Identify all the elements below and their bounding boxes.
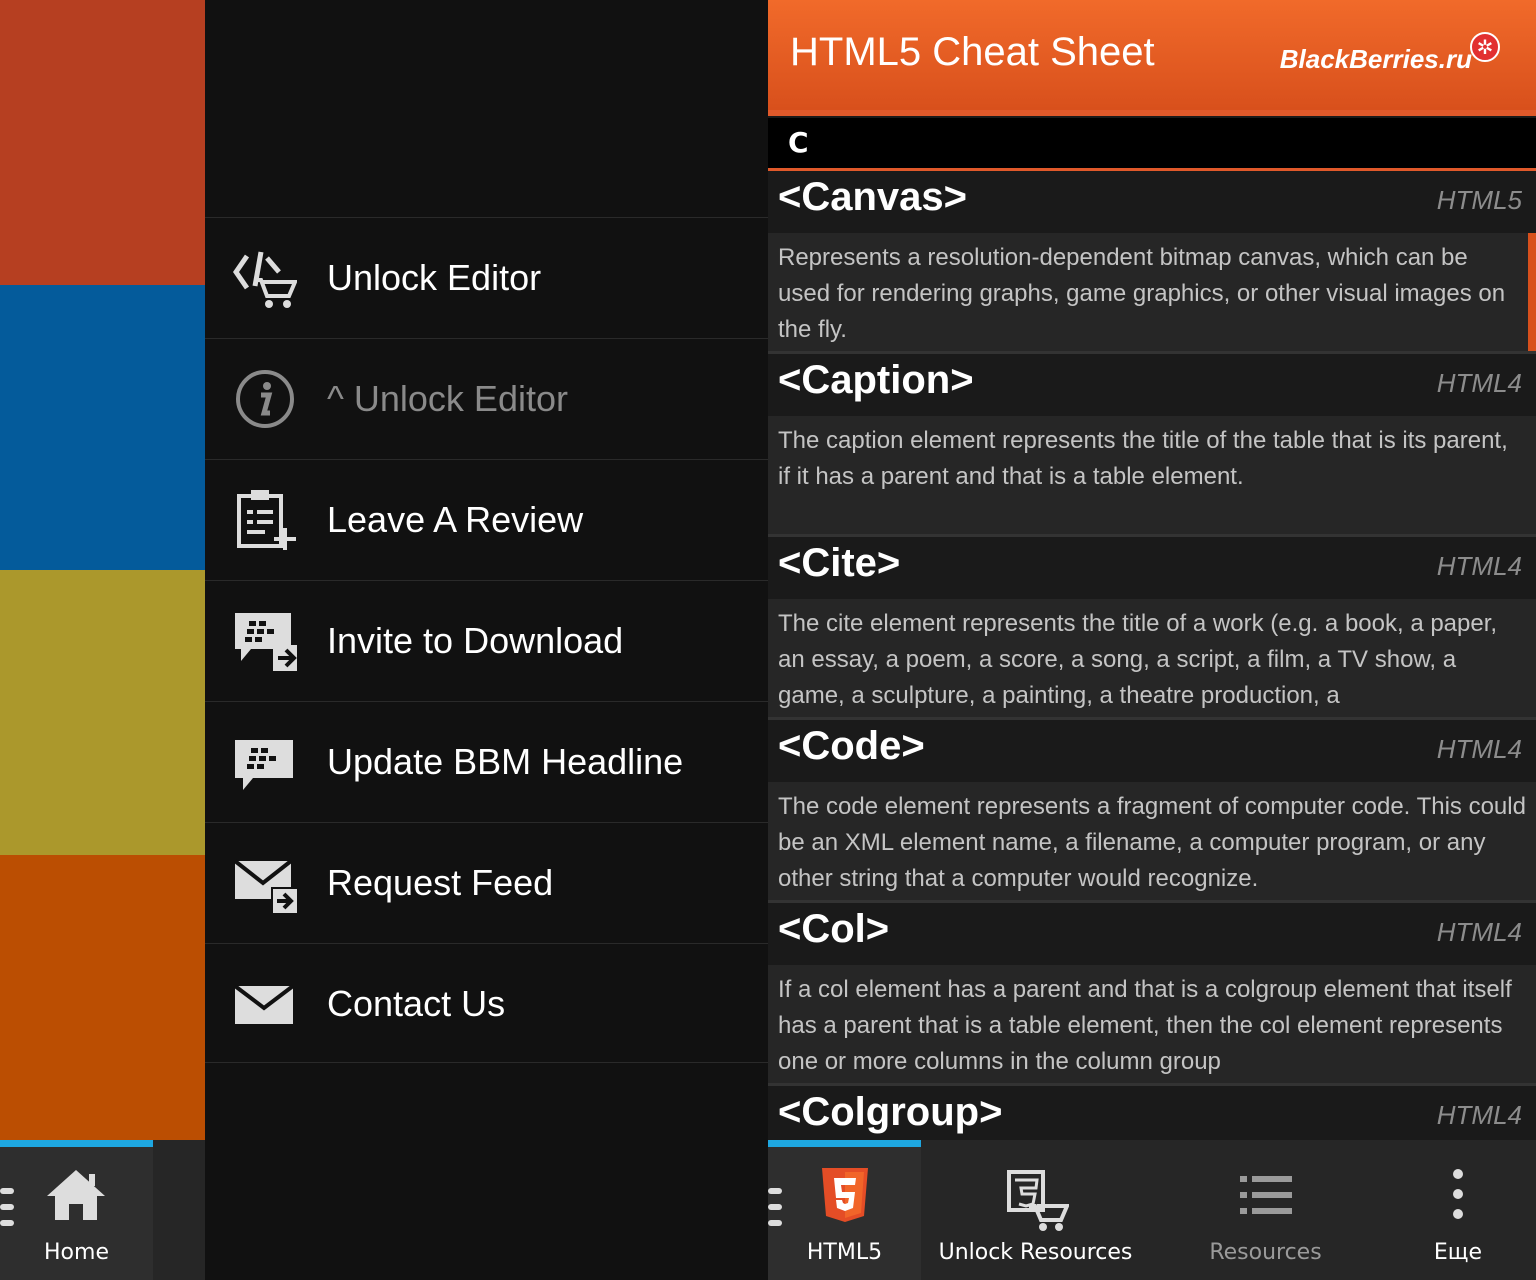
element-description: The code element represents a fragment o… bbox=[778, 793, 1526, 892]
list-item[interactable]: <Canvas> HTML5 Represents a resolution-de… bbox=[768, 171, 1536, 354]
right-action-bar: HTML5 Unlock Resources Resources Еще bbox=[768, 1140, 1536, 1280]
html-version: HTML5 bbox=[1436, 185, 1522, 215]
tile-red bbox=[0, 0, 205, 285]
home-label: Home bbox=[44, 1240, 109, 1265]
element-description: Represents a resolution-dependent bitmap… bbox=[778, 244, 1506, 343]
clipboard-add-icon bbox=[237, 490, 296, 550]
element-tag: <Caption> bbox=[778, 358, 974, 402]
overflow-menu-icon[interactable] bbox=[768, 1188, 782, 1230]
home-tab[interactable]: Home bbox=[0, 1140, 153, 1280]
html-version: HTML4 bbox=[1436, 551, 1522, 581]
menu-item-invite-download[interactable]: Invite to Download bbox=[205, 580, 768, 701]
html-version: HTML4 bbox=[1436, 917, 1522, 947]
menu-item-label: Unlock Editor bbox=[327, 257, 542, 298]
section-letter: C bbox=[788, 126, 809, 159]
menu-item-unlock-editor-info[interactable]: ^ Unlock Editor bbox=[205, 338, 768, 459]
section-header: C bbox=[768, 118, 1536, 171]
element-description: The caption element represents the title… bbox=[778, 427, 1508, 490]
menu-item-label: Invite to Download bbox=[327, 620, 624, 661]
tab-label: HTML5 bbox=[806, 1240, 883, 1265]
title-divider bbox=[768, 110, 1536, 116]
code-cart-icon bbox=[1006, 1170, 1069, 1231]
html5-icon bbox=[821, 1168, 868, 1222]
tab-label: Еще bbox=[1433, 1240, 1483, 1265]
menu-item-contact-us[interactable]: Contact Us bbox=[205, 943, 768, 1064]
menu-item-request-feed[interactable]: Request Feed bbox=[205, 822, 768, 943]
cheat-sheet-content: HTML5 Cheat Sheet BlackBerries.ru ✲ C <C… bbox=[768, 0, 1536, 1280]
mail-forward-icon bbox=[233, 859, 297, 915]
tile-orange bbox=[0, 855, 205, 1140]
brand-watermark: BlackBerries.ru bbox=[1279, 44, 1472, 74]
element-tag: <Col> bbox=[778, 907, 890, 951]
star-icon: ✲ bbox=[1470, 32, 1500, 62]
tile-olive bbox=[0, 570, 205, 855]
title-bar: HTML5 Cheat Sheet BlackBerries.ru ✲ bbox=[768, 0, 1536, 110]
mail-icon bbox=[233, 984, 295, 1024]
list-item[interactable]: <Col> HTML4 If a col element has a parent… bbox=[768, 903, 1536, 1086]
info-icon bbox=[236, 370, 294, 428]
overflow-menu-icon[interactable] bbox=[0, 1188, 14, 1230]
element-description: The cite element represents the title of… bbox=[778, 610, 1498, 709]
active-tab-indicator bbox=[0, 1140, 153, 1147]
menu-item-leave-review[interactable]: Leave A Review bbox=[205, 459, 768, 580]
element-tag: <Colgroup> bbox=[778, 1090, 1003, 1134]
left-action-bar: Home bbox=[0, 1140, 205, 1280]
tab-html5[interactable]: HTML5 bbox=[768, 1140, 921, 1280]
element-description: If a col element has a parent and that i… bbox=[778, 976, 1512, 1075]
tab-resources[interactable]: Resources bbox=[1168, 1140, 1363, 1280]
element-tag: <Code> bbox=[778, 724, 925, 768]
page-title: HTML5 Cheat Sheet bbox=[790, 30, 1155, 74]
active-tab-indicator bbox=[768, 1140, 921, 1147]
menu-item-label: Contact Us bbox=[327, 983, 506, 1024]
list-item[interactable]: <Cite> HTML4 The cite element represents … bbox=[768, 537, 1536, 720]
html-version: HTML4 bbox=[1436, 734, 1522, 764]
menu-item-update-bbm-headline[interactable]: Update BBM Headline bbox=[205, 701, 768, 822]
bbm-share-icon bbox=[235, 613, 297, 671]
app-menu: Unlock Editor ^ Unlock Editor Leave A Re… bbox=[205, 0, 768, 1280]
menu-item-label: ^ Unlock Editor bbox=[327, 378, 568, 419]
menu-item-label: Request Feed bbox=[327, 862, 554, 903]
menu-item-label: Update BBM Headline bbox=[327, 741, 684, 782]
tab-label: Unlock Resources bbox=[938, 1240, 1133, 1265]
color-tiles bbox=[0, 0, 205, 1140]
menu-item-label: Leave A Review bbox=[327, 499, 584, 540]
list-item[interactable]: <Code> HTML4 The code element represents … bbox=[768, 720, 1536, 903]
menu-divider bbox=[205, 1062, 768, 1063]
element-tag: <Cite> bbox=[778, 541, 901, 585]
tab-unlock-resources[interactable]: Unlock Resources bbox=[928, 1140, 1143, 1280]
more-vertical-icon bbox=[1453, 1169, 1463, 1219]
list-icon bbox=[1239, 1176, 1292, 1214]
bbm-icon bbox=[235, 740, 293, 790]
tile-blue bbox=[0, 285, 205, 570]
more-actions[interactable]: Еще bbox=[1388, 1140, 1528, 1280]
html-version: HTML4 bbox=[1436, 368, 1522, 398]
home-icon bbox=[47, 1170, 105, 1220]
menu-item-unlock-editor[interactable]: Unlock Editor bbox=[205, 217, 768, 338]
element-tag: <Canvas> bbox=[778, 175, 968, 219]
tab-label: Resources bbox=[1209, 1240, 1322, 1265]
html-version: HTML4 bbox=[1436, 1100, 1522, 1130]
code-cart-icon bbox=[233, 251, 297, 308]
list-item[interactable]: <Caption> HTML4 The caption element repre… bbox=[768, 354, 1536, 537]
